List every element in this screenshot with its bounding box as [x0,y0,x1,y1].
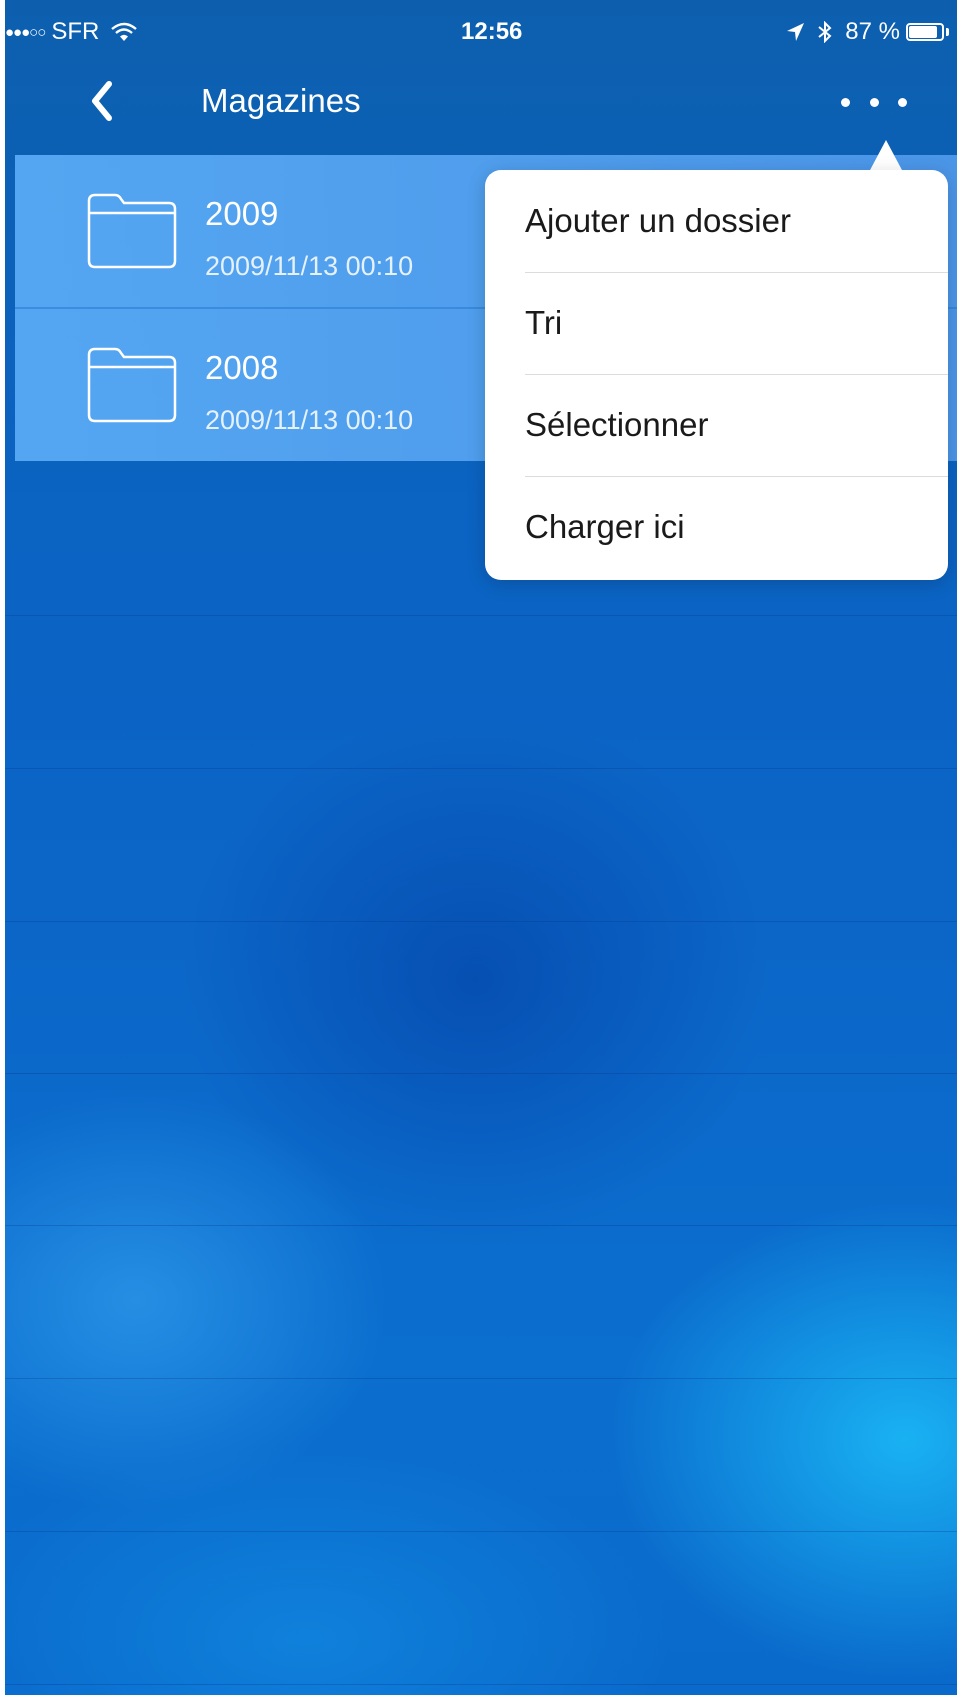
signal-strength: ●●●○○ [5,23,46,41]
row-separator [5,1225,957,1226]
bluetooth-icon [818,21,832,43]
menu-item-add-folder[interactable]: Ajouter un dossier [485,170,948,272]
status-time: 12:56 [461,18,523,45]
menu-item-sort[interactable]: Tri [485,272,948,374]
folder-icon [87,193,177,269]
row-separator [5,1378,957,1379]
battery-fill [909,26,937,38]
menu-item-upload-here[interactable]: Charger ici [485,476,948,578]
wifi-icon [111,22,138,41]
battery-icon [906,23,944,41]
more-options-button[interactable] [841,90,907,114]
status-left: ●●●○○ SFR [5,18,138,46]
folder-icon [87,347,177,423]
row-separator [5,1684,957,1685]
menu-item-select[interactable]: Sélectionner [485,374,948,476]
chevron-left-icon [92,81,112,121]
back-button[interactable] [83,76,123,126]
row-separator [5,921,957,922]
status-bar: ●●●○○ SFR 12:56 87 % [5,0,957,60]
battery-cap [946,28,949,36]
folder-date: 2009/11/13 00:10 [205,405,414,435]
app-screen: ●●●○○ SFR 12:56 87 % Magazines 2009 2009… [5,0,957,1695]
folder-date: 2009/11/13 00:10 [205,251,414,281]
row-separator [5,615,957,616]
location-icon [787,23,805,41]
carrier-name: SFR [51,18,100,45]
ellipsis-icon [898,97,907,107]
folder-name: 2008 [205,349,279,386]
status-right: 87 % [785,18,949,46]
page-title: Magazines [201,82,361,119]
row-separator [5,768,957,769]
options-menu: Ajouter un dossier Tri Sélectionner Char… [485,170,948,580]
battery-percent: 87 % [845,18,900,45]
ellipsis-icon [869,97,879,107]
row-separator [5,1531,957,1532]
popup-menu-arrow [869,140,903,172]
row-separator [5,1073,957,1074]
folder-name: 2009 [205,195,279,232]
ellipsis-icon [841,97,850,107]
navigation-bar: Magazines [5,60,957,155]
